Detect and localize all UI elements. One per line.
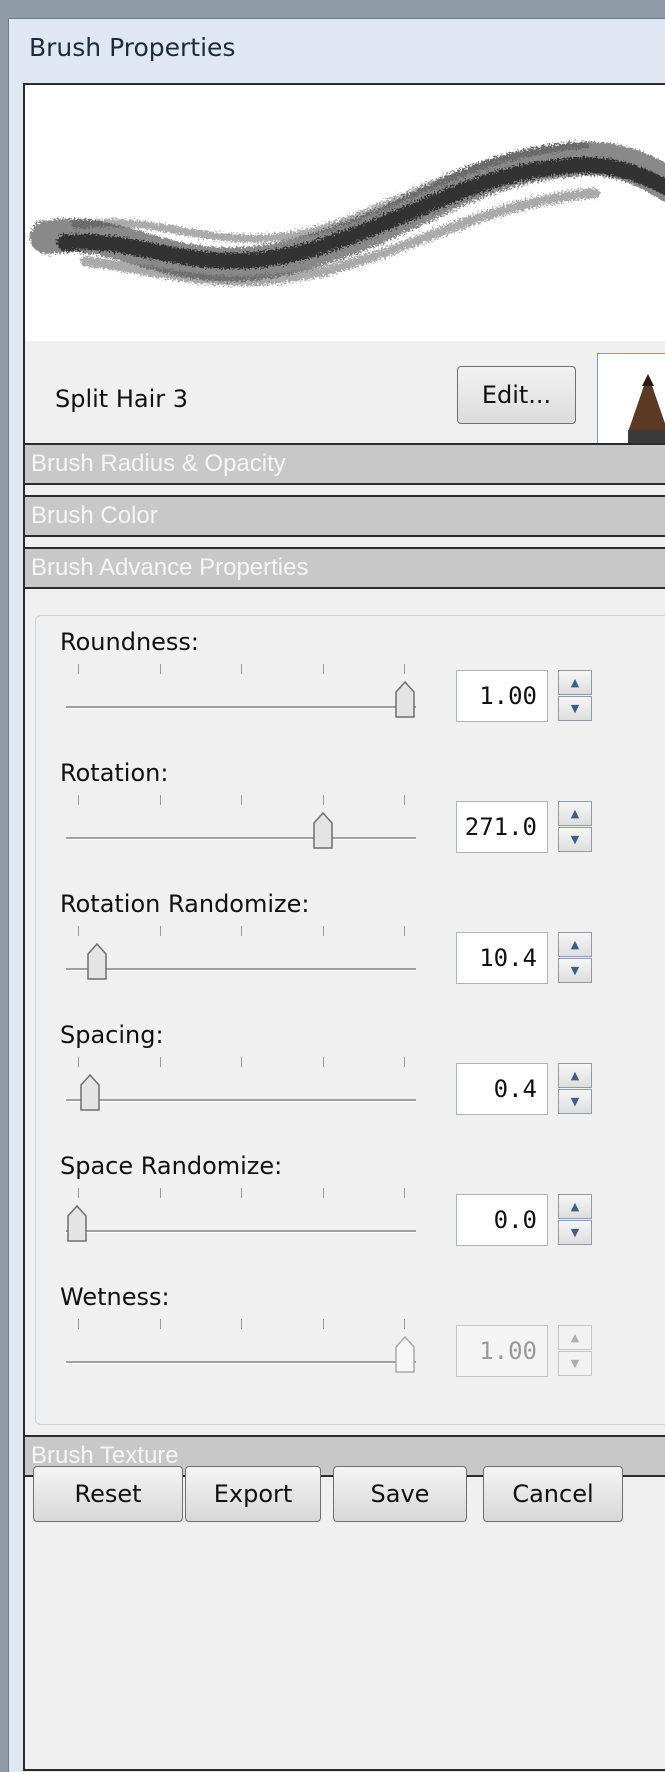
brush-name: Split Hair 3 xyxy=(55,385,189,413)
spin-up-arrow-icon[interactable]: ▲ xyxy=(558,1063,592,1088)
slider-tick xyxy=(404,664,405,674)
slider-control: Rotation: 271.0 ▲ ▼ xyxy=(36,759,665,887)
slider-control: Space Randomize: 0.0 ▲ ▼ xyxy=(36,1152,665,1280)
spin-down-arrow-icon[interactable]: ▼ xyxy=(558,958,592,983)
section-brush-advance-properties[interactable]: Brush Advance Properties xyxy=(25,547,665,589)
slider-thumb[interactable] xyxy=(312,811,334,851)
slider-tick xyxy=(159,926,161,936)
spin-up-arrow-icon[interactable]: ▲ xyxy=(558,801,592,826)
edit-brush-button[interactable]: Edit... xyxy=(457,366,576,424)
slider-tick xyxy=(322,1319,324,1329)
slider-tick xyxy=(241,1319,242,1329)
reset-button[interactable]: Reset xyxy=(33,1466,183,1522)
value-input[interactable]: 10.4 xyxy=(456,932,548,984)
slider-track[interactable] xyxy=(66,1230,416,1233)
spin-down-arrow-icon[interactable]: ▼ xyxy=(558,696,592,721)
spin-down-arrow-icon[interactable]: ▼ xyxy=(558,827,592,852)
slider-tick xyxy=(78,1188,79,1198)
slider-control: Wetness: 1.00 ▲ ▼ xyxy=(36,1283,665,1411)
value-input[interactable]: 0.4 xyxy=(456,1063,548,1115)
slider-tick xyxy=(241,926,242,936)
spin-down-arrow-icon[interactable]: ▼ xyxy=(558,1089,592,1114)
brush-properties-window: Brush Properties Split Hair 3 Edit... Br… xyxy=(8,18,665,1772)
spin-up-arrow-icon[interactable]: ▲ xyxy=(558,932,592,957)
slider-control: Spacing: 0.4 ▲ ▼ xyxy=(36,1021,665,1149)
slider-thumb[interactable] xyxy=(394,680,416,720)
slider-track[interactable] xyxy=(66,1361,416,1364)
slider-tick xyxy=(322,1057,324,1067)
save-button[interactable]: Save xyxy=(333,1466,467,1522)
slider-label: Spacing: xyxy=(60,1021,164,1049)
section-brush-color[interactable]: Brush Color xyxy=(25,495,665,537)
slider-tick xyxy=(322,1188,324,1198)
slider-tick xyxy=(78,664,79,674)
brush-selector-row: Split Hair 3 Edit... xyxy=(25,341,665,459)
cancel-button[interactable]: Cancel xyxy=(483,1466,623,1522)
advance-properties-panel: Roundness: 1.00 ▲ ▼ Rotation: 271.0 ▲ ▼ Rotation… xyxy=(35,615,665,1425)
slider-track[interactable] xyxy=(66,1099,416,1102)
brush-stroke-preview xyxy=(25,85,665,341)
spin-up-arrow-icon[interactable]: ▲ xyxy=(558,1194,592,1219)
slider-tick xyxy=(159,795,161,805)
slider-label: Space Randomize: xyxy=(60,1152,283,1180)
slider-tick xyxy=(241,795,242,805)
slider-tick xyxy=(241,1188,242,1198)
slider-tick xyxy=(241,1057,242,1067)
slider-tick xyxy=(404,1057,405,1067)
spin-down-arrow-icon[interactable]: ▼ xyxy=(558,1220,592,1245)
spin-up-arrow-icon[interactable]: ▲ xyxy=(558,1325,592,1350)
slider-tick xyxy=(404,1188,405,1198)
slider-tick xyxy=(322,664,324,674)
slider-tick xyxy=(78,926,79,936)
value-input[interactable]: 1.00 xyxy=(456,670,548,722)
slider-tick xyxy=(241,664,242,674)
slider-label: Wetness: xyxy=(60,1283,170,1311)
slider-tick xyxy=(159,1188,161,1198)
value-input[interactable]: 1.00 xyxy=(456,1325,548,1377)
slider-tick xyxy=(78,795,79,805)
slider-tick xyxy=(78,1057,79,1067)
slider-track[interactable] xyxy=(66,837,416,840)
slider-tick xyxy=(159,1319,161,1329)
spin-up-arrow-icon[interactable]: ▲ xyxy=(558,670,592,695)
slider-label: Rotation Randomize: xyxy=(60,890,310,918)
slider-thumb[interactable] xyxy=(66,1204,88,1244)
slider-control: Rotation Randomize: 10.4 ▲ ▼ xyxy=(36,890,665,1018)
window-title: Brush Properties xyxy=(29,33,236,62)
value-input[interactable]: 0.0 xyxy=(456,1194,548,1246)
slider-track[interactable] xyxy=(66,706,416,709)
slider-track[interactable] xyxy=(66,968,416,971)
slider-thumb[interactable] xyxy=(394,1335,416,1375)
export-button[interactable]: Export xyxy=(185,1466,321,1522)
value-input[interactable]: 271.0 xyxy=(456,801,548,853)
slider-control: Roundness: 1.00 ▲ ▼ xyxy=(36,628,665,756)
brush-stroke-image xyxy=(30,141,665,286)
spin-down-arrow-icon[interactable]: ▼ xyxy=(558,1351,592,1376)
slider-label: Rotation: xyxy=(60,759,169,787)
slider-tick xyxy=(404,926,405,936)
slider-thumb[interactable] xyxy=(79,1073,101,1113)
slider-tick xyxy=(159,664,161,674)
slider-tick xyxy=(404,1319,405,1329)
slider-tick xyxy=(322,926,324,936)
slider-tick xyxy=(159,1057,161,1067)
slider-tick xyxy=(322,795,324,805)
slider-thumb[interactable] xyxy=(86,942,108,982)
section-brush-radius-opacity[interactable]: Brush Radius & Opacity xyxy=(25,443,665,485)
slider-tick xyxy=(78,1319,79,1329)
slider-tick xyxy=(404,795,405,805)
slider-label: Roundness: xyxy=(60,628,200,656)
